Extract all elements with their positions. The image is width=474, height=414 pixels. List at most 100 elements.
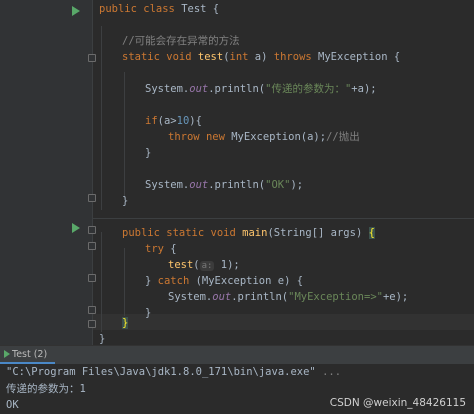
run-tab-icon bbox=[4, 350, 10, 358]
code-line-comment[interactable]: //可能会存在异常的方法 bbox=[122, 33, 240, 49]
keyword-token: throw bbox=[168, 131, 200, 143]
code-line-throw[interactable]: throw new MyException(a);//抛出 bbox=[168, 129, 360, 145]
class-token: System. bbox=[168, 291, 213, 303]
brace-token: } bbox=[145, 307, 152, 319]
paren-token: ( bbox=[193, 259, 200, 271]
code-line-close-class[interactable]: } bbox=[99, 331, 105, 345]
keyword-token: static bbox=[122, 51, 160, 63]
code-line-close-catch[interactable]: } bbox=[145, 305, 151, 321]
code-line-println-ok[interactable]: System.out.println("OK"); bbox=[145, 177, 303, 193]
keyword-token: void bbox=[210, 227, 236, 239]
static-field-token: out bbox=[189, 179, 209, 191]
run-tab-label: Test (2) bbox=[12, 349, 48, 360]
gutter-separator bbox=[92, 0, 93, 345]
code-line-catch[interactable]: } catch (MyException e) { bbox=[145, 273, 303, 289]
fold-marker-icon[interactable] bbox=[88, 320, 96, 328]
fold-marker-icon[interactable] bbox=[88, 242, 96, 250]
brace-token: } bbox=[145, 147, 152, 159]
condition-token: (a> bbox=[157, 115, 177, 127]
string-token: "传递的参数为：" bbox=[265, 83, 352, 95]
keyword-token: public bbox=[99, 3, 137, 15]
static-field-token: out bbox=[189, 83, 209, 95]
method-call-token: .println( bbox=[231, 291, 289, 303]
keyword-token: new bbox=[205, 131, 225, 143]
keyword-token: static bbox=[166, 227, 205, 239]
code-line-close-if[interactable]: } bbox=[145, 145, 151, 161]
keyword-token: int bbox=[229, 51, 249, 63]
keyword-token: try bbox=[145, 243, 164, 255]
class-token: System. bbox=[145, 179, 190, 191]
indent-guide bbox=[124, 248, 125, 316]
exception-token: MyException { bbox=[311, 51, 401, 63]
comment-token: //抛出 bbox=[326, 131, 360, 143]
run-gutter-icon[interactable] bbox=[72, 6, 80, 16]
brace-token: ){ bbox=[189, 115, 202, 127]
watermark: CSDN @weixin_48426115 bbox=[329, 397, 466, 409]
keyword-token: void bbox=[166, 51, 192, 63]
expand-ellipsis[interactable]: ... bbox=[322, 366, 341, 378]
editor-gutter[interactable] bbox=[0, 0, 92, 345]
code-line-main-declaration[interactable]: public static void main(String[] args) { bbox=[122, 225, 375, 241]
indent-guide bbox=[101, 232, 102, 332]
method-name-token: main bbox=[242, 227, 268, 239]
code-line-class-declaration[interactable]: public class Test { bbox=[99, 1, 219, 17]
keyword-token: catch bbox=[157, 275, 190, 287]
param-token: (String[] args) bbox=[267, 227, 369, 239]
indent-guide bbox=[124, 72, 125, 198]
string-token: "MyException=>" bbox=[288, 291, 383, 303]
method-call-token: .println( bbox=[208, 179, 266, 191]
keyword-token: public bbox=[122, 227, 160, 239]
code-line-try[interactable]: try { bbox=[145, 241, 177, 257]
fold-marker-icon[interactable] bbox=[88, 54, 96, 62]
fold-marker-icon[interactable] bbox=[88, 226, 96, 234]
console-output-line: 传递的参数为：1 bbox=[6, 381, 86, 397]
class-name-token: Test { bbox=[181, 3, 220, 15]
code-editor[interactable]: public class Test { //可能会存在异常的方法 static … bbox=[0, 0, 474, 345]
keyword-token: throws bbox=[273, 51, 312, 63]
string-token: "OK" bbox=[265, 179, 291, 191]
method-name-token: test bbox=[197, 51, 224, 63]
code-line-method-declaration[interactable]: static void test(int a) throws MyExcepti… bbox=[122, 49, 400, 65]
code-line-println-catch[interactable]: System.out.println("MyException=>"+e); bbox=[168, 289, 408, 305]
matched-brace-token: { bbox=[368, 227, 375, 239]
brace-token: } bbox=[99, 333, 106, 345]
run-tool-window-header: Test (2) bbox=[0, 345, 474, 364]
method-call-token: .println( bbox=[208, 83, 266, 95]
static-field-token: out bbox=[212, 291, 232, 303]
parameter-hint: a: bbox=[199, 261, 215, 271]
argument-token: 1); bbox=[214, 259, 240, 271]
console-output-line: OK bbox=[6, 397, 19, 413]
expression-token: +e); bbox=[382, 291, 409, 303]
brace-token: { bbox=[163, 243, 177, 255]
run-tab[interactable]: Test (2) bbox=[0, 346, 56, 364]
expression-token: +a); bbox=[351, 83, 377, 95]
catch-param-token: (MyException e) { bbox=[189, 275, 304, 287]
java-command-text: "C:\Program Files\Java\jdk1.8.0_171\bin\… bbox=[6, 366, 316, 378]
method-call-token: test bbox=[168, 259, 194, 271]
code-line-close-main[interactable]: } bbox=[122, 315, 129, 331]
code-line-if[interactable]: if(a>10){ bbox=[145, 113, 202, 129]
code-line-close-method[interactable]: } bbox=[122, 193, 128, 209]
code-line-test-call[interactable]: test(a: 1); bbox=[168, 257, 240, 273]
comment-token: //可能会存在异常的方法 bbox=[122, 35, 240, 47]
indent-guide bbox=[101, 26, 102, 210]
expression-token: ); bbox=[290, 179, 304, 191]
param-token: a) bbox=[248, 51, 274, 63]
code-line-println[interactable]: System.out.println("传递的参数为："+a); bbox=[145, 81, 377, 97]
class-token: System. bbox=[145, 83, 190, 95]
brace-token: } bbox=[122, 195, 129, 207]
keyword-token: if bbox=[145, 115, 158, 127]
run-gutter-icon[interactable] bbox=[72, 223, 80, 233]
constructor-token: MyException(a); bbox=[224, 131, 327, 143]
console-command-line[interactable]: "C:\Program Files\Java\jdk1.8.0_171\bin\… bbox=[6, 364, 341, 380]
matched-brace-token: } bbox=[122, 317, 129, 329]
fold-marker-icon[interactable] bbox=[88, 194, 96, 202]
number-token: 10 bbox=[176, 115, 190, 127]
console-output-text: OK bbox=[6, 399, 19, 411]
fold-marker-icon[interactable] bbox=[88, 306, 96, 314]
fold-marker-icon[interactable] bbox=[88, 274, 96, 282]
method-separator bbox=[93, 218, 474, 219]
console-output-text: 传递的参数为：1 bbox=[6, 383, 86, 395]
run-console-panel[interactable]: Test (2) "C:\Program Files\Java\jdk1.8.0… bbox=[0, 345, 474, 414]
keyword-token: class bbox=[143, 3, 175, 15]
